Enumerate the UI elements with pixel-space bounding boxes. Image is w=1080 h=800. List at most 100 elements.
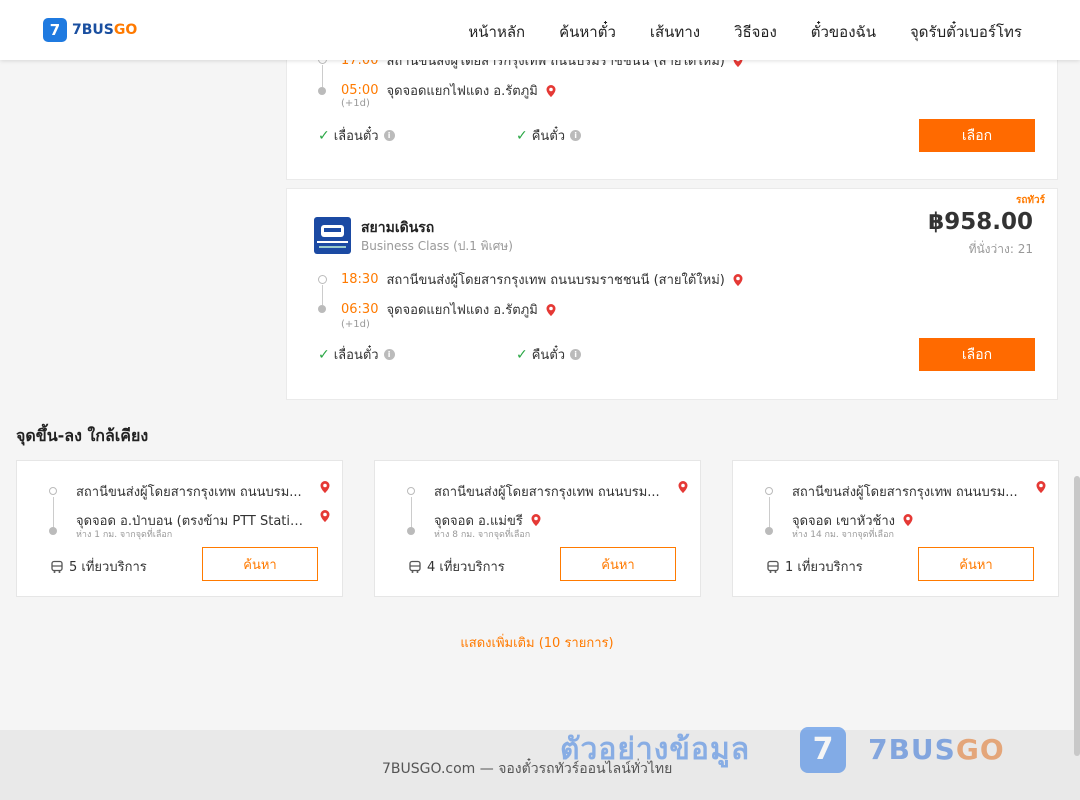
logo-text-part-b: GO [113,22,138,38]
route-line [322,65,323,87]
show-more-link[interactable]: แสดงเพิ่มเติม (10 รายการ) [0,632,1074,653]
nearby-stop-card: สถานีขนส่งผู้โดยสารกรุงเทพ ถนนบรม... จุด… [732,460,1059,597]
logo-stripe [317,241,348,243]
reschedule-label: เลื่อนตั๋ว [333,129,379,144]
route-line [411,497,412,529]
nearby-search-button[interactable]: ค้นหา [918,547,1034,581]
bus-icon [51,560,63,573]
bus-class: Business Class (ป.1 พิเศษ) [361,239,513,253]
map-pin-icon[interactable] [901,513,915,527]
arrival-station: จุดจอดแยกไฟแดง อ.รัตภูมิ [386,84,538,99]
departure-stop: 18:30 สถานีขนส่งผู้โดยสารกรุงเทพ ถนนบรมร… [341,269,745,290]
departure-time: 18:30 [341,272,379,287]
nearby-trips: 4 เที่ยวบริการ [408,556,505,577]
arrival-dot [318,87,326,95]
check-icon: ✓ [318,127,330,144]
operator-logo [314,217,351,254]
info-icon[interactable]: i [383,349,395,360]
check-icon: ✓ [516,346,528,363]
nearby-distance: ห่าง 1 กม. จากจุดที่เลือก [76,530,173,540]
page-footer: 7BUSGO.com — จองตั๋วรถทัวร์ออนไลน์ทั่วไท… [0,730,1080,800]
arrival-station: จุดจอดแยกไฟแดง อ.รัตภูมิ [386,303,538,318]
reschedule-feature: ✓ เลื่อนตั๋ว i [318,125,395,146]
select-trip-button[interactable]: เลือก [919,338,1035,371]
refund-feature: ✓ คืนตั๋ว i [516,344,582,365]
map-pin-icon[interactable] [1034,480,1048,494]
site-logo[interactable]: 7 7BUSGO [43,18,137,42]
map-pin-icon[interactable] [318,480,332,494]
nearby-trips: 1 เที่ยวบริการ [766,556,863,577]
nearby-from-station: สถานีขนส่งผู้โดยสารกรุงเทพ ถนนบรม... [434,485,660,500]
arrival-dot [407,527,415,535]
arrival-time: 06:30 [341,302,379,317]
trip-card: รถทัวร์ สยามเดินรถ Business Class (ป.1 พ… [286,188,1058,400]
nav-home[interactable]: หน้าหลัก [468,20,525,44]
arrival-time: 05:00 [341,83,379,98]
arrival-dot [318,305,326,313]
refund-label: คืนตั๋ว [531,129,566,144]
map-pin-icon[interactable] [318,509,332,523]
logo-text: 7BUSGO [72,22,137,38]
logo-badge: 7 [43,18,67,42]
nearby-trips: 5 เที่ยวบริการ [50,556,147,577]
map-pin-icon[interactable] [544,303,558,317]
map-pin-icon[interactable] [529,513,543,527]
departure-dot [407,487,415,495]
nearby-distance: ห่าง 8 กม. จากจุดที่เลือก [434,530,531,540]
nearby-stop-card: สถานีขนส่งผู้โดยสารกรุงเทพ ถนนบรม... จุด… [16,460,343,597]
map-pin-icon[interactable] [731,273,745,287]
check-icon: ✓ [318,346,330,363]
logo-stripe [319,246,346,248]
departure-dot [318,275,327,284]
nearby-search-button[interactable]: ค้นหา [202,547,318,581]
next-day-label: (+1d) [341,319,370,330]
nav-search-ticket[interactable]: ค้นหาตั๋ว [559,20,616,44]
operator-name: สยามเดินรถ [361,220,435,236]
nav-my-tickets[interactable]: ตั๋วของฉัน [811,20,876,44]
bus-icon [321,225,344,237]
main-nav: หน้าหลัก ค้นหาตั๋ว เส้นทาง วิธีจอง ตั๋วข… [468,20,1022,44]
departure-dot [49,487,57,495]
nearby-trips-count: 1 เที่ยวบริการ [785,560,863,575]
nearby-trips-count: 5 เที่ยวบริการ [69,560,147,575]
info-icon[interactable]: i [383,130,395,141]
arrival-stop: 05:00 จุดจอดแยกไฟแดง อ.รัตภูมิ [341,80,558,101]
map-pin-icon[interactable] [676,480,690,494]
logo-text-part-a: 7BUS [72,22,114,38]
arrival-dot [49,527,57,535]
map-pin-icon[interactable] [544,84,558,98]
select-trip-button[interactable]: เลือก [919,119,1035,152]
info-icon[interactable]: i [570,349,582,360]
bus-icon [767,560,779,573]
bus-type-badge: รถทัวร์ [1015,195,1045,206]
reschedule-label: เลื่อนตั๋ว [333,348,379,363]
route-line [322,285,323,305]
nearby-trips-count: 4 เที่ยวบริการ [427,560,505,575]
departure-dot [765,487,773,495]
nav-how-to-book[interactable]: วิธีจอง [734,20,777,44]
nav-pickup-contacts[interactable]: จุดรับตั๋วเบอร์โทร [910,20,1022,44]
reschedule-feature: ✓ เลื่อนตั๋ว i [318,344,395,365]
available-seats: ที่นั่งว่าง: 21 [968,242,1033,256]
footer-text: 7BUSGO.com — จองตั๋วรถทัวร์ออนไลน์ทั่วไท… [382,761,673,777]
refund-feature: ✓ คืนตั๋ว i [516,125,582,146]
nav-routes[interactable]: เส้นทาง [650,20,700,44]
arrival-dot [765,527,773,535]
nearby-distance: ห่าง 14 กม. จากจุดที่เลือก [792,530,894,540]
check-icon: ✓ [516,127,528,144]
nearby-from-station: สถานีขนส่งผู้โดยสารกรุงเทพ ถนนบรม... [792,485,1018,500]
route-line [769,497,770,529]
departure-station: สถานีขนส่งผู้โดยสารกรุงเทพ ถนนบรมราชชนนี… [386,273,725,288]
nearby-section-title: จุดขึ้น-ลง ใกล้เคียง [16,426,149,445]
route-line [53,497,54,529]
top-header: 7 7BUSGO หน้าหลัก ค้นหาตั๋ว เส้นทาง วิธี… [0,0,1080,60]
nearby-from-station: สถานีขนส่งผู้โดยสารกรุงเทพ ถนนบรม... [76,485,302,500]
nearby-search-button[interactable]: ค้นหา [560,547,676,581]
ticket-price: ฿958.00 [928,209,1033,235]
next-day-label: (+1d) [341,98,370,109]
bus-icon [409,560,421,573]
refund-label: คืนตั๋ว [531,348,566,363]
arrival-stop: 06:30 จุดจอดแยกไฟแดง อ.รัตภูมิ [341,299,558,320]
page-scrollbar[interactable] [1074,476,1080,756]
info-icon[interactable]: i [570,130,582,141]
